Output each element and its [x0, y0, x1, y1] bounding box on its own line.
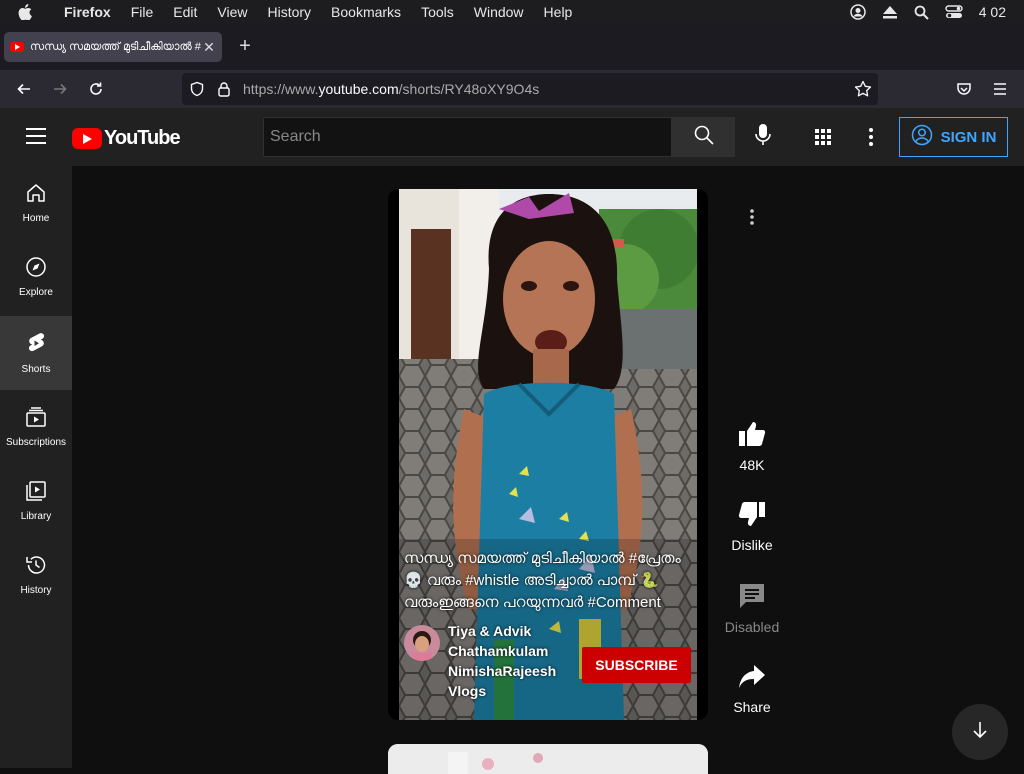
next-short-button[interactable] — [952, 704, 1008, 760]
tab-close-icon[interactable]: ✕ — [202, 39, 216, 56]
next-short-preview[interactable] — [388, 744, 708, 774]
sidebar-item-label: Subscriptions — [5, 437, 67, 448]
channel-name[interactable]: Tiya & Advik Chathamkulam NimishaRajeesh… — [448, 621, 566, 701]
microphone-icon — [755, 123, 771, 151]
browser-tab-active[interactable]: സന്ധ്യ സമയത്ത് മുടിചീകിയാൽ # ✕ — [4, 32, 222, 62]
comment-icon — [738, 582, 766, 613]
sidebar-item-label: Explore — [19, 287, 53, 298]
share-button[interactable]: Share — [712, 664, 792, 715]
caption-line: സന്ധ്യ സമയത്ത് മുടിചീകിയാൽ #പ്രേതം — [404, 550, 681, 567]
library-icon — [25, 480, 47, 511]
next-short-thumbnail — [388, 744, 708, 774]
browser-navbar: https://www.youtube.com/shorts/RY48oXY9O… — [0, 70, 1024, 108]
control-center-icon[interactable] — [945, 5, 963, 19]
menu-edit[interactable]: Edit — [173, 4, 197, 20]
menu-app-name[interactable]: Firefox — [64, 4, 111, 20]
menu-view[interactable]: View — [217, 4, 247, 20]
pocket-icon[interactable] — [952, 77, 976, 101]
shorts-player[interactable]: സന്ധ്യ സമയത്ത് മുടിചീകിയാൽ #പ്രേതം 💀 വരു… — [388, 189, 708, 720]
sidebar-item-label: Shorts — [21, 364, 51, 375]
youtube-favicon-icon — [10, 42, 24, 52]
sidebar-item-label: Library — [20, 511, 52, 522]
shorts-icon — [25, 331, 47, 364]
caption-line: 💀 വരും #whistle അടിച്ചാൽ പാമ്പ് 🐍 — [404, 572, 659, 589]
tracking-shield-icon[interactable] — [189, 81, 205, 102]
subscriptions-icon — [25, 406, 47, 437]
sidebar-item-label: Home — [22, 213, 50, 224]
account-circle-icon — [911, 124, 933, 150]
sidebar-item-library[interactable]: Library — [0, 464, 72, 538]
tab-title: സന്ധ്യ സമയത്ത് മുടിചീകിയാൽ # — [30, 40, 201, 53]
apple-menu-icon[interactable] — [18, 4, 40, 20]
thumbs-down-icon — [738, 500, 766, 531]
browser-tab-strip: സന്ധ്യ സമയത്ത് മുടിചീകിയാൽ # ✕ + — [0, 24, 1024, 70]
search-icon — [694, 125, 714, 150]
sidebar-item-home[interactable]: Home — [0, 166, 72, 240]
forward-arrow-icon[interactable] — [48, 77, 72, 101]
sidebar-item-shorts[interactable]: Shorts — [0, 316, 72, 390]
dislike-label: Dislike — [731, 537, 773, 553]
comments-label: Disabled — [724, 619, 780, 635]
sidebar-item-explore[interactable]: Explore — [0, 240, 72, 314]
sign-in-label: SIGN IN — [940, 128, 997, 146]
menu-window[interactable]: Window — [474, 4, 524, 20]
voice-search-button[interactable] — [746, 120, 780, 154]
menu-file[interactable]: File — [131, 4, 154, 20]
youtube-logo-text: YouTube — [104, 127, 181, 149]
macos-menubar: Firefox File Edit View History Bookmarks… — [0, 0, 1024, 24]
share-arrow-icon — [738, 664, 766, 693]
compass-icon — [25, 256, 47, 287]
mini-guide-sidebar: Home Explore Shorts Subscriptions Librar… — [0, 166, 72, 768]
like-count: 48K — [739, 457, 765, 473]
dislike-button[interactable]: Dislike — [712, 500, 792, 553]
settings-kebab-icon[interactable] — [859, 125, 883, 149]
menu-bookmarks[interactable]: Bookmarks — [331, 4, 401, 20]
bookmark-star-icon[interactable] — [854, 80, 872, 103]
search-button[interactable] — [672, 117, 735, 157]
home-icon — [25, 182, 47, 213]
comments-button[interactable]: Disabled — [712, 582, 792, 635]
youtube-play-logo-icon — [72, 128, 102, 149]
menu-history[interactable]: History — [267, 4, 311, 20]
reload-icon[interactable] — [84, 77, 108, 101]
short-caption[interactable]: സന്ധ്യ സമയത്ത് മുടിചീകിയാൽ #പ്രേതം 💀 വരു… — [404, 548, 694, 614]
new-tab-icon[interactable]: + — [234, 36, 256, 58]
like-button[interactable]: 48K — [712, 420, 792, 473]
short-more-options-icon[interactable] — [740, 205, 764, 229]
menu-help[interactable]: Help — [544, 4, 573, 20]
arrow-down-icon — [970, 720, 990, 745]
back-arrow-icon[interactable] — [12, 77, 36, 101]
search-box[interactable] — [263, 117, 672, 157]
menubar-clock[interactable]: 4 02 — [979, 4, 1006, 20]
caption-line: വരുംഇങ്ങനെ പറയുന്നവർ #Comment — [404, 594, 661, 611]
history-icon — [25, 554, 47, 585]
sidebar-item-label: History — [20, 585, 52, 596]
user-account-icon[interactable] — [850, 4, 866, 20]
share-label: Share — [733, 699, 771, 715]
youtube-apps-icon[interactable] — [811, 125, 835, 149]
app-menu-icon[interactable] — [988, 77, 1012, 101]
spotlight-search-icon[interactable] — [914, 5, 929, 20]
url-bar[interactable]: https://www.youtube.com/shorts/RY48oXY9O… — [182, 73, 878, 105]
subscribe-button[interactable]: SUBSCRIBE — [582, 647, 691, 683]
youtube-logo[interactable]: YouTube — [72, 127, 181, 150]
sidebar-item-subscriptions[interactable]: Subscriptions — [0, 390, 72, 464]
sign-in-button[interactable]: SIGN IN — [899, 117, 1008, 157]
eject-icon[interactable] — [882, 5, 898, 19]
url-text[interactable]: https://www.youtube.com/shorts/RY48oXY9O… — [243, 81, 539, 97]
guide-menu-icon[interactable] — [26, 128, 46, 146]
youtube-header: YouTube SIGN IN — [0, 108, 1024, 166]
channel-info: Tiya & Advik Chathamkulam NimishaRajeesh… — [404, 621, 566, 701]
lock-icon[interactable] — [217, 81, 231, 102]
channel-avatar[interactable] — [404, 625, 440, 661]
thumbs-up-icon — [738, 420, 766, 451]
menu-tools[interactable]: Tools — [421, 4, 454, 20]
search-input[interactable] — [264, 118, 671, 156]
sidebar-item-history[interactable]: History — [0, 538, 72, 612]
